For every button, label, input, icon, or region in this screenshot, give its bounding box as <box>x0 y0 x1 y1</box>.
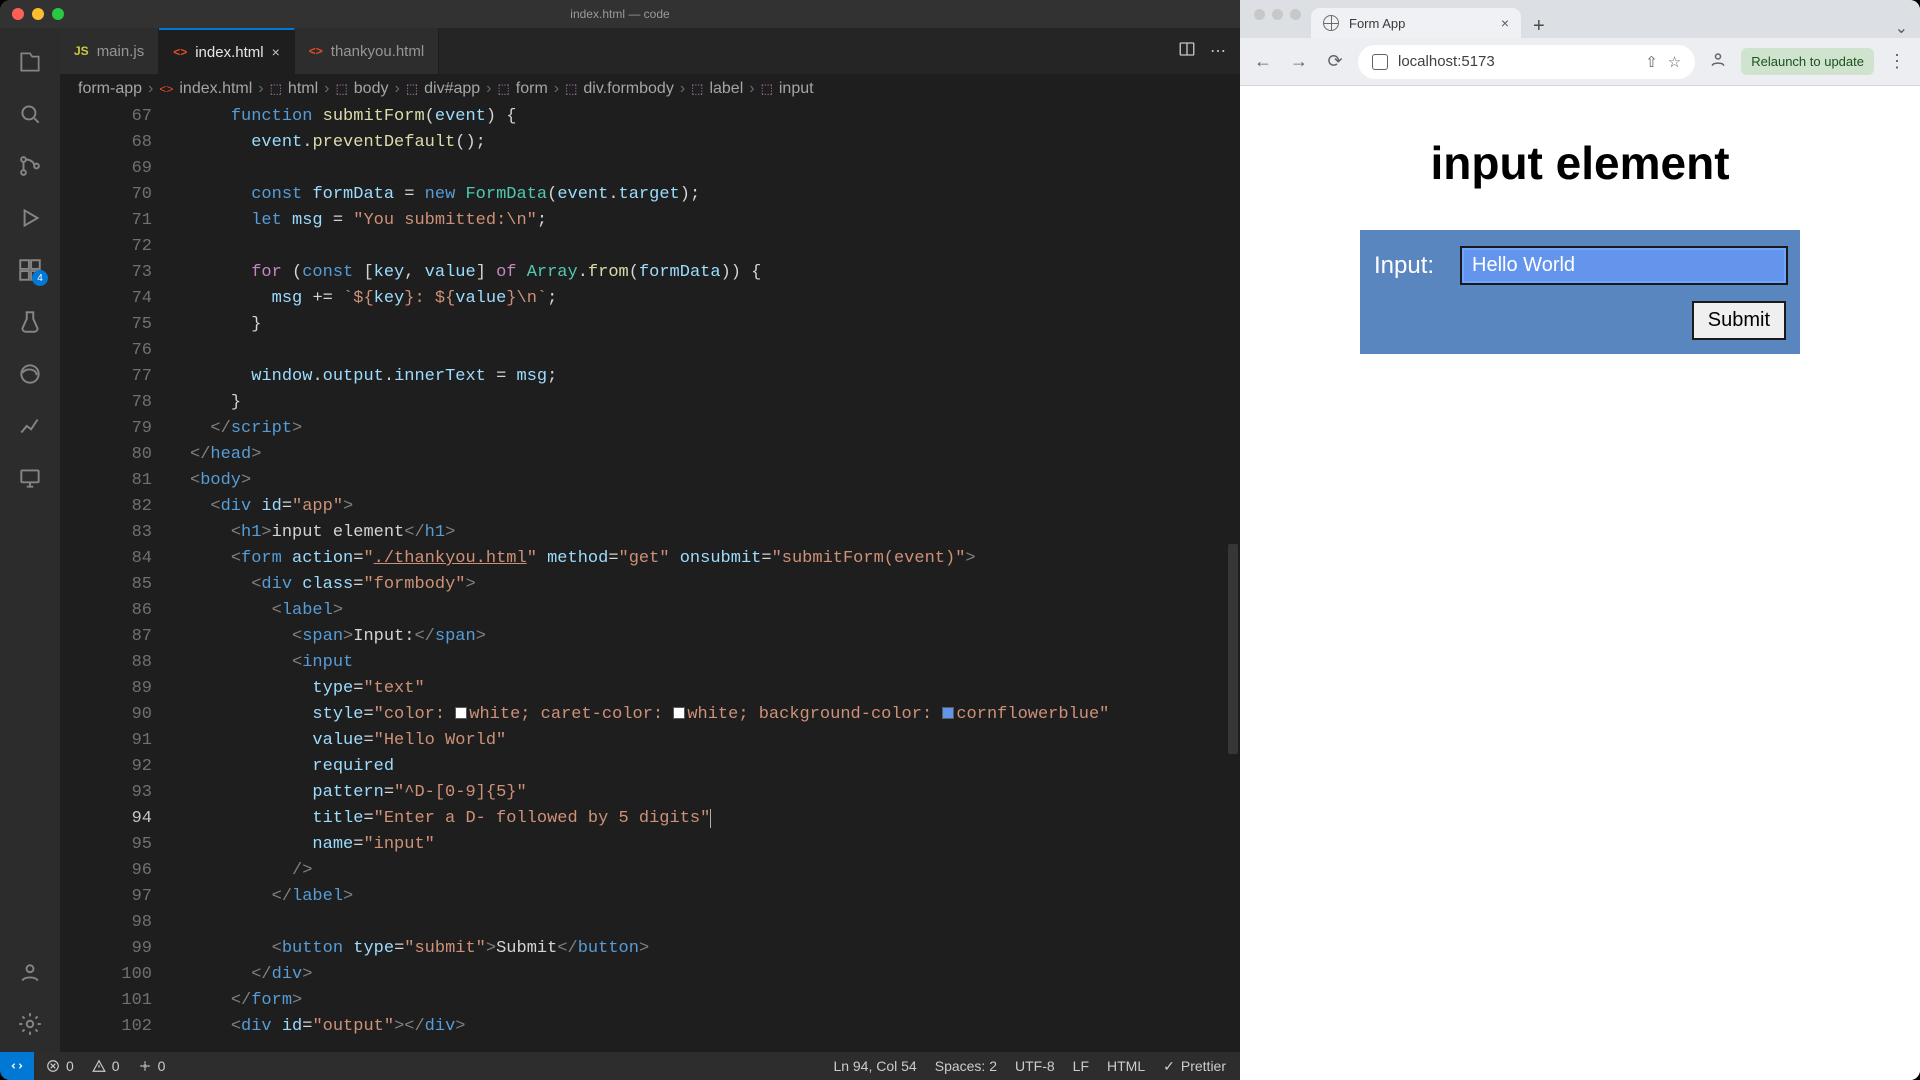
vscode-titlebar: index.html — code <box>0 0 1240 28</box>
tab-label: main.js <box>97 43 145 60</box>
url-bar[interactable]: localhost:5173 ⇧ ☆ <box>1358 45 1695 79</box>
search-icon[interactable] <box>6 90 54 138</box>
bookmark-icon[interactable]: ☆ <box>1668 53 1681 71</box>
crumb-form: ⬚form <box>497 80 547 98</box>
site-info-icon[interactable] <box>1372 54 1388 70</box>
browser-close-button[interactable] <box>1254 9 1265 20</box>
browser-maximize-button[interactable] <box>1290 9 1301 20</box>
profile-icon[interactable] <box>1705 49 1731 74</box>
extensions-badge: 4 <box>32 270 48 286</box>
split-editor-icon[interactable] <box>1178 40 1196 63</box>
tab-main-js[interactable]: JS main.js <box>60 28 159 74</box>
crumb-input: ⬚input <box>761 80 814 98</box>
accounts-icon[interactable] <box>6 948 54 996</box>
code-editor[interactable]: 6768697071727374757677787980818283848586… <box>60 104 1240 1052</box>
vscode-window-title: index.html — code <box>0 7 1240 21</box>
crumb-label: ⬚label <box>691 80 743 98</box>
breadcrumb[interactable]: form-app› <>index.html› ⬚html› ⬚body› ⬚d… <box>60 74 1240 104</box>
activity-bar: 4 <box>0 28 60 1052</box>
status-errors[interactable]: 0 <box>46 1058 74 1074</box>
browser-tab-strip: Form App × + ⌄ <box>1240 0 1920 38</box>
explorer-icon[interactable] <box>6 38 54 86</box>
crumb-html: ⬚html <box>270 80 319 98</box>
status-cursor[interactable]: Ln 94, Col 54 <box>833 1058 916 1074</box>
reload-button[interactable]: ⟳ <box>1322 51 1348 72</box>
crumb-formbody: ⬚div.formbody <box>565 80 674 98</box>
browser-toolbar: ← → ⟳ localhost:5173 ⇧ ☆ Relaunch to upd… <box>1240 38 1920 86</box>
minimize-window-button[interactable] <box>32 8 44 20</box>
js-file-icon: JS <box>74 44 89 58</box>
status-warnings[interactable]: 0 <box>92 1058 120 1074</box>
run-debug-icon[interactable] <box>6 194 54 242</box>
tab-index-html[interactable]: <> index.html × <box>159 28 295 74</box>
browser-menu-icon[interactable]: ⋮ <box>1884 51 1910 72</box>
close-window-button[interactable] <box>12 8 24 20</box>
status-formatter[interactable]: ✓ Prettier <box>1163 1058 1226 1075</box>
text-input[interactable] <box>1462 248 1786 283</box>
traffic-lights <box>0 8 64 20</box>
forward-button[interactable]: → <box>1286 51 1312 72</box>
html-file-icon: <> <box>173 45 187 59</box>
browser-tab[interactable]: Form App × <box>1311 8 1521 38</box>
tab-label: index.html <box>195 44 263 61</box>
remote-icon[interactable] <box>6 454 54 502</box>
share-icon[interactable]: ⇧ <box>1645 53 1658 71</box>
testing-icon[interactable] <box>6 298 54 346</box>
status-ports[interactable]: 0 <box>138 1058 166 1074</box>
new-tab-button[interactable]: + <box>1521 15 1557 38</box>
close-tab-icon[interactable]: × <box>272 44 280 60</box>
globe-icon <box>1323 15 1339 31</box>
browser-traffic-lights <box>1250 9 1311 30</box>
browser-tab-title: Form App <box>1349 16 1405 31</box>
remote-indicator[interactable] <box>0 1052 34 1080</box>
tab-thankyou-html[interactable]: <> thankyou.html <box>295 28 439 74</box>
code-lines[interactable]: function submitForm(event) { event.preve… <box>190 104 1226 1052</box>
status-eol[interactable]: LF <box>1073 1058 1089 1074</box>
crumb-divapp: ⬚div#app <box>406 80 480 98</box>
edge-icon[interactable] <box>6 350 54 398</box>
page-content: input element Input: Submit <box>1240 86 1920 1080</box>
tabstrip-menu-icon[interactable]: ⌄ <box>1895 18 1920 38</box>
source-control-icon[interactable] <box>6 142 54 190</box>
maximize-window-button[interactable] <box>52 8 64 20</box>
more-actions-icon[interactable]: ⋯ <box>1210 41 1226 61</box>
tab-bar: JS main.js <> index.html × <> thankyou.h… <box>60 28 1240 74</box>
extensions-icon[interactable]: 4 <box>6 246 54 294</box>
relaunch-button[interactable]: Relaunch to update <box>1741 48 1874 75</box>
tab-label: thankyou.html <box>331 43 424 60</box>
line-gutter: 6768697071727374757677787980818283848586… <box>60 104 186 1052</box>
status-lang[interactable]: HTML <box>1107 1058 1145 1074</box>
close-tab-icon[interactable]: × <box>1501 15 1509 31</box>
submit-button[interactable]: Submit <box>1692 301 1786 340</box>
settings-gear-icon[interactable] <box>6 1000 54 1048</box>
form-body: Input: Submit <box>1360 230 1800 354</box>
html-file-icon: <> <box>309 44 323 58</box>
page-heading: input element <box>1430 136 1729 190</box>
browser-window: Form App × + ⌄ ← → ⟳ localhost:5173 ⇧ ☆ … <box>1240 0 1920 1080</box>
crumb-project: form-app <box>78 80 142 98</box>
status-spaces[interactable]: Spaces: 2 <box>935 1058 997 1074</box>
back-button[interactable]: ← <box>1250 51 1276 72</box>
scrollbar-thumb[interactable] <box>1228 544 1238 754</box>
editor-area: JS main.js <> index.html × <> thankyou.h… <box>60 28 1240 1052</box>
crumb-body: ⬚body <box>335 80 388 98</box>
input-label: Input: <box>1374 252 1434 280</box>
url-text: localhost:5173 <box>1398 53 1635 70</box>
graph-icon[interactable] <box>6 402 54 450</box>
status-encoding[interactable]: UTF-8 <box>1015 1058 1055 1074</box>
crumb-file: <>index.html <box>159 80 252 98</box>
browser-minimize-button[interactable] <box>1272 9 1283 20</box>
vscode-window: index.html — code 4 <box>0 0 1240 1080</box>
status-bar: 0 0 0 Ln 94, Col 54 Spaces: 2 UTF-8 LF H… <box>0 1052 1240 1080</box>
